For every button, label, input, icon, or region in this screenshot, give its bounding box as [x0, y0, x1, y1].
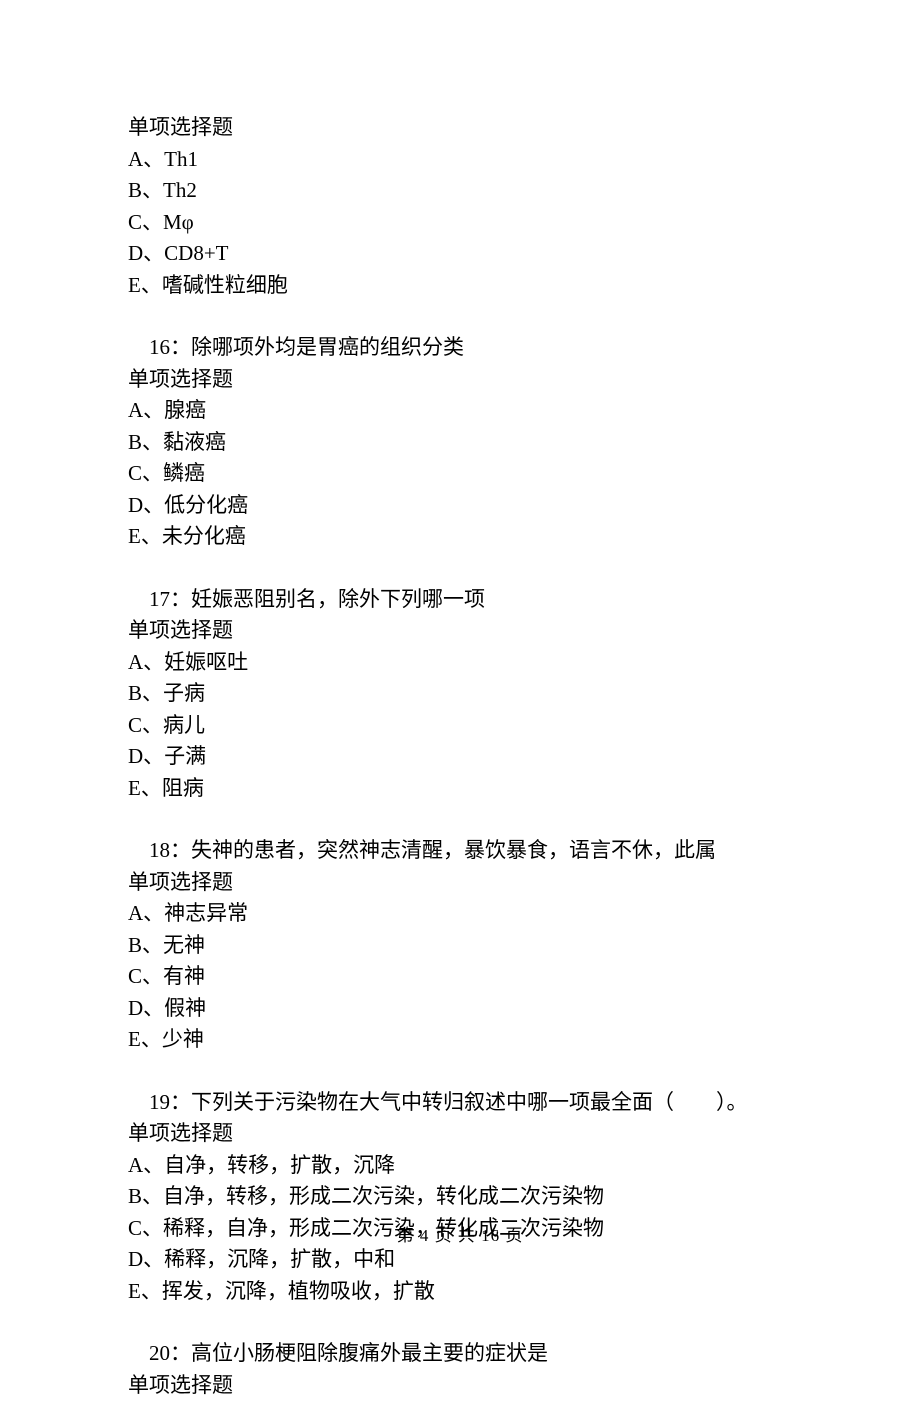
blank-line [128, 301, 800, 332]
question-stem: 16：除哪项外均是胃癌的组织分类 [128, 332, 800, 364]
option-text: C、鳞癌 [128, 458, 800, 490]
option-text: E、未分化癌 [128, 521, 800, 553]
option-text: D、稀释，沉降，扩散，中和 [128, 1244, 800, 1276]
option-text: D、子满 [128, 741, 800, 773]
option-text: C、有神 [128, 961, 800, 993]
option-text: E、阻病 [128, 773, 800, 805]
option-text: A、神志异常 [128, 898, 800, 930]
option-text: E、嗜碱性粒细胞 [128, 270, 800, 302]
option-text: C、Mφ [128, 207, 800, 239]
option-text: D、CD8+T [128, 238, 800, 270]
question-stem: 19：下列关于污染物在大气中转归叙述中哪一项最全面（ ）。 [128, 1087, 800, 1119]
total-page-number: 16 [481, 1226, 500, 1245]
question-stem: 17：妊娠恶阻别名，除外下列哪一项 [128, 584, 800, 616]
option-text: B、Th2 [128, 175, 800, 207]
blank-line [128, 1056, 800, 1087]
question-stem: 20：高位小肠梗阻除腹痛外最主要的症状是 [128, 1338, 800, 1370]
option-text: B、黏液癌 [128, 427, 800, 459]
blank-line [128, 1307, 800, 1338]
option-text: D、假神 [128, 993, 800, 1025]
question-type-label: 单项选择题 [128, 615, 800, 647]
option-text: E、少神 [128, 1024, 800, 1056]
option-text: C、病儿 [128, 710, 800, 742]
option-text: A、Th1 [128, 144, 800, 176]
footer-suffix: 页 [500, 1226, 523, 1245]
blank-line [128, 804, 800, 835]
option-text: B、子病 [128, 678, 800, 710]
footer-prefix: 第 [397, 1226, 420, 1245]
document-page: 单项选择题 A、Th1 B、Th2 C、Mφ D、CD8+T E、嗜碱性粒细胞 … [0, 0, 920, 1302]
question-type-label: 单项选择题 [128, 867, 800, 899]
current-page-number: 4 [420, 1226, 430, 1245]
question-type-label: 单项选择题 [128, 364, 800, 396]
option-text: A、腺癌 [128, 395, 800, 427]
option-text: B、自净，转移，形成二次污染，转化成二次污染物 [128, 1181, 800, 1213]
option-text: A、妊娠呕吐 [128, 647, 800, 679]
option-text: B、无神 [128, 930, 800, 962]
option-text: E、挥发，沉降，植物吸收，扩散 [128, 1276, 800, 1308]
option-text: A、自净，转移，扩散，沉降 [128, 1150, 800, 1182]
question-type-label: 单项选择题 [128, 1118, 800, 1150]
page-footer: 第 4 页 共 16 页 [0, 1223, 920, 1249]
question-type-label: 单项选择题 [128, 1370, 800, 1401]
question-stem: 18：失神的患者，突然神志清醒，暴饮暴食，语言不休，此属 [128, 835, 800, 867]
footer-middle: 页 共 [429, 1226, 481, 1245]
blank-line [128, 553, 800, 584]
question-type-label: 单项选择题 [128, 112, 800, 144]
option-text: D、低分化癌 [128, 490, 800, 522]
